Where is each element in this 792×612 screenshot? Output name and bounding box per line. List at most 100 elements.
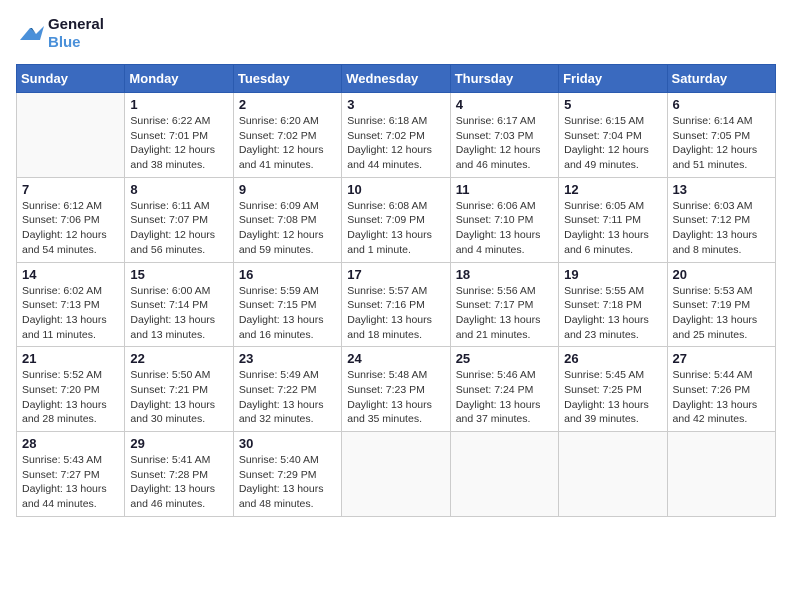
day-number: 6 [673,97,770,112]
calendar-cell: 26 Sunrise: 5:45 AM Sunset: 7:25 PM Dayli… [559,347,667,432]
day-info: Sunrise: 5:44 AM Sunset: 7:26 PM Dayligh… [673,368,770,427]
weekday-header-saturday: Saturday [667,65,775,93]
weekday-header-sunday: Sunday [17,65,125,93]
day-info: Sunrise: 6:02 AM Sunset: 7:13 PM Dayligh… [22,284,119,343]
calendar-cell: 30 Sunrise: 5:40 AM Sunset: 7:29 PM Dayli… [233,432,341,517]
day-number: 16 [239,267,336,282]
calendar-week-1: 1 Sunrise: 6:22 AM Sunset: 7:01 PM Daylig… [17,93,776,178]
day-number: 15 [130,267,227,282]
day-number: 18 [456,267,553,282]
day-info: Sunrise: 6:00 AM Sunset: 7:14 PM Dayligh… [130,284,227,343]
calendar-cell: 14 Sunrise: 6:02 AM Sunset: 7:13 PM Dayli… [17,262,125,347]
weekday-header-monday: Monday [125,65,233,93]
day-number: 23 [239,351,336,366]
day-info: Sunrise: 6:22 AM Sunset: 7:01 PM Dayligh… [130,114,227,173]
day-number: 24 [347,351,444,366]
calendar-cell [17,93,125,178]
calendar-cell: 24 Sunrise: 5:48 AM Sunset: 7:23 PM Dayli… [342,347,450,432]
day-info: Sunrise: 5:40 AM Sunset: 7:29 PM Dayligh… [239,453,336,512]
day-number: 5 [564,97,661,112]
day-info: Sunrise: 6:09 AM Sunset: 7:08 PM Dayligh… [239,199,336,258]
weekday-header-friday: Friday [559,65,667,93]
day-number: 26 [564,351,661,366]
calendar-week-5: 28 Sunrise: 5:43 AM Sunset: 7:27 PM Dayli… [17,432,776,517]
day-number: 7 [22,182,119,197]
day-number: 25 [456,351,553,366]
calendar-week-2: 7 Sunrise: 6:12 AM Sunset: 7:06 PM Daylig… [17,177,776,262]
day-number: 4 [456,97,553,112]
calendar-cell: 13 Sunrise: 6:03 AM Sunset: 7:12 PM Dayli… [667,177,775,262]
day-info: Sunrise: 6:15 AM Sunset: 7:04 PM Dayligh… [564,114,661,173]
day-info: Sunrise: 5:41 AM Sunset: 7:28 PM Dayligh… [130,453,227,512]
day-number: 20 [673,267,770,282]
day-info: Sunrise: 6:17 AM Sunset: 7:03 PM Dayligh… [456,114,553,173]
day-number: 13 [673,182,770,197]
day-number: 14 [22,267,119,282]
day-info: Sunrise: 5:53 AM Sunset: 7:19 PM Dayligh… [673,284,770,343]
calendar-cell: 3 Sunrise: 6:18 AM Sunset: 7:02 PM Daylig… [342,93,450,178]
calendar-table: SundayMondayTuesdayWednesdayThursdayFrid… [16,64,776,517]
day-info: Sunrise: 6:06 AM Sunset: 7:10 PM Dayligh… [456,199,553,258]
day-number: 3 [347,97,444,112]
calendar-header-row: SundayMondayTuesdayWednesdayThursdayFrid… [17,65,776,93]
calendar-cell: 17 Sunrise: 5:57 AM Sunset: 7:16 PM Dayli… [342,262,450,347]
calendar-cell: 18 Sunrise: 5:56 AM Sunset: 7:17 PM Dayli… [450,262,558,347]
day-number: 17 [347,267,444,282]
calendar-cell: 25 Sunrise: 5:46 AM Sunset: 7:24 PM Dayli… [450,347,558,432]
day-number: 29 [130,436,227,451]
day-info: Sunrise: 5:52 AM Sunset: 7:20 PM Dayligh… [22,368,119,427]
day-number: 9 [239,182,336,197]
calendar-cell: 5 Sunrise: 6:15 AM Sunset: 7:04 PM Daylig… [559,93,667,178]
day-info: Sunrise: 5:43 AM Sunset: 7:27 PM Dayligh… [22,453,119,512]
calendar-cell: 9 Sunrise: 6:09 AM Sunset: 7:08 PM Daylig… [233,177,341,262]
day-number: 12 [564,182,661,197]
day-info: Sunrise: 6:03 AM Sunset: 7:12 PM Dayligh… [673,199,770,258]
day-info: Sunrise: 6:11 AM Sunset: 7:07 PM Dayligh… [130,199,227,258]
day-info: Sunrise: 5:45 AM Sunset: 7:25 PM Dayligh… [564,368,661,427]
page-header: General Blue [16,16,776,52]
calendar-cell [559,432,667,517]
calendar-cell [667,432,775,517]
day-info: Sunrise: 6:05 AM Sunset: 7:11 PM Dayligh… [564,199,661,258]
calendar-cell: 2Sunrise: 6:20 AM Sunset: 7:02 PM Daylig… [233,93,341,178]
calendar-cell [342,432,450,517]
day-info: Sunrise: 5:49 AM Sunset: 7:22 PM Dayligh… [239,368,336,427]
day-number: 1 [130,97,227,112]
day-number: 8 [130,182,227,197]
day-number: 30 [239,436,336,451]
day-info: Sunrise: 6:12 AM Sunset: 7:06 PM Dayligh… [22,199,119,258]
calendar-cell: 12 Sunrise: 6:05 AM Sunset: 7:11 PM Dayli… [559,177,667,262]
day-number: 22 [130,351,227,366]
logo-icon [16,22,44,46]
calendar-week-4: 21 Sunrise: 5:52 AM Sunset: 7:20 PM Dayli… [17,347,776,432]
day-number: 27 [673,351,770,366]
weekday-header-wednesday: Wednesday [342,65,450,93]
day-info: Sunrise: 5:48 AM Sunset: 7:23 PM Dayligh… [347,368,444,427]
day-number: 2 [239,97,336,112]
day-info: Sunrise: 5:50 AM Sunset: 7:21 PM Dayligh… [130,368,227,427]
day-info: Sunrise: 6:18 AM Sunset: 7:02 PM Dayligh… [347,114,444,173]
day-number: 11 [456,182,553,197]
day-number: 19 [564,267,661,282]
calendar-cell: 21 Sunrise: 5:52 AM Sunset: 7:20 PM Dayli… [17,347,125,432]
calendar-cell: 22 Sunrise: 5:50 AM Sunset: 7:21 PM Dayli… [125,347,233,432]
calendar-cell: 1 Sunrise: 6:22 AM Sunset: 7:01 PM Daylig… [125,93,233,178]
day-info: Sunrise: 5:56 AM Sunset: 7:17 PM Dayligh… [456,284,553,343]
day-info: Sunrise: 5:59 AM Sunset: 7:15 PM Dayligh… [239,284,336,343]
day-number: 28 [22,436,119,451]
day-info: Sunrise: 5:57 AM Sunset: 7:16 PM Dayligh… [347,284,444,343]
calendar-cell: 11 Sunrise: 6:06 AM Sunset: 7:10 PM Dayli… [450,177,558,262]
calendar-cell: 28 Sunrise: 5:43 AM Sunset: 7:27 PM Dayli… [17,432,125,517]
calendar-cell: 20 Sunrise: 5:53 AM Sunset: 7:19 PM Dayli… [667,262,775,347]
calendar-cell: 23 Sunrise: 5:49 AM Sunset: 7:22 PM Dayli… [233,347,341,432]
calendar-cell: 15 Sunrise: 6:00 AM Sunset: 7:14 PM Dayli… [125,262,233,347]
calendar-cell: 8 Sunrise: 6:11 AM Sunset: 7:07 PM Daylig… [125,177,233,262]
calendar-week-3: 14 Sunrise: 6:02 AM Sunset: 7:13 PM Dayli… [17,262,776,347]
weekday-header-tuesday: Tuesday [233,65,341,93]
day-info: Sunrise: 5:46 AM Sunset: 7:24 PM Dayligh… [456,368,553,427]
day-number: 21 [22,351,119,366]
calendar-cell: 19Sunrise: 5:55 AM Sunset: 7:18 PM Dayli… [559,262,667,347]
calendar-cell: 7 Sunrise: 6:12 AM Sunset: 7:06 PM Daylig… [17,177,125,262]
calendar-cell: 27 Sunrise: 5:44 AM Sunset: 7:26 PM Dayli… [667,347,775,432]
calendar-cell: 16 Sunrise: 5:59 AM Sunset: 7:15 PM Dayli… [233,262,341,347]
